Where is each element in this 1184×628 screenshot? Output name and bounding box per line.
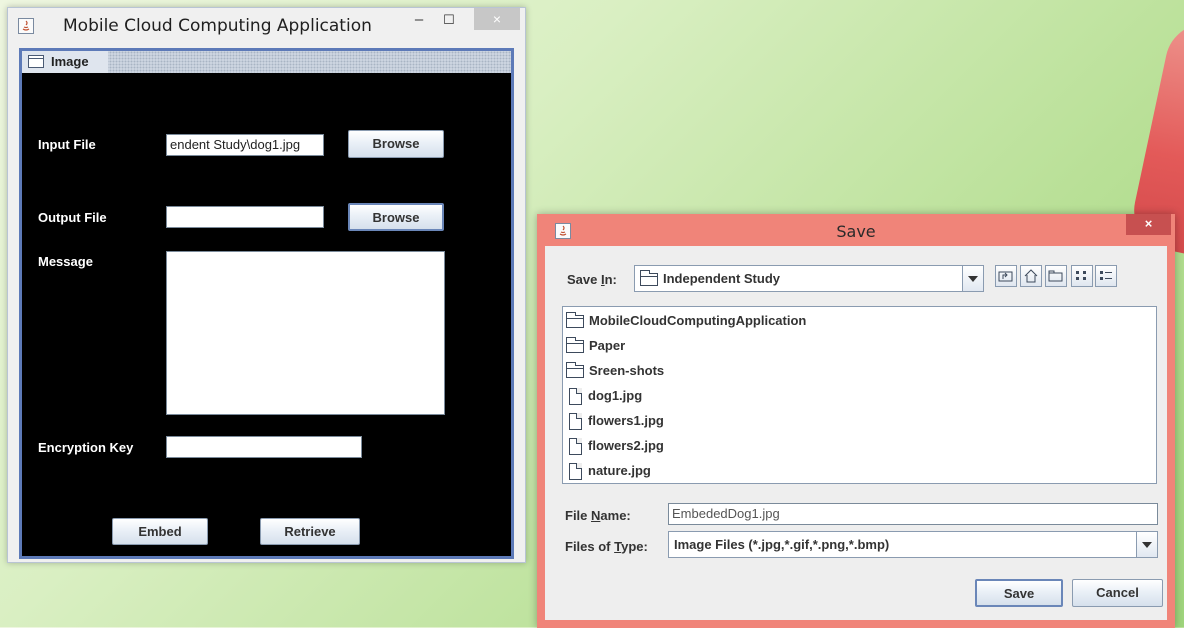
list-item[interactable]: nature.jpg — [566, 461, 651, 481]
minimize-button[interactable]: – — [406, 11, 432, 31]
file-icon — [569, 463, 582, 481]
list-item[interactable]: Sreen-shots — [566, 361, 664, 381]
file-chooser-body: Save In: Independent Study MobileCloudCo… — [545, 246, 1167, 620]
files-of-type-value: Image Files (*.jpg,*.gif,*.png,*.bmp) — [674, 537, 890, 552]
encryption-key-label: Encryption Key — [38, 440, 134, 455]
folder-icon — [640, 270, 658, 287]
file-icon — [569, 388, 582, 406]
up-one-level-button[interactable] — [995, 265, 1017, 287]
folder-icon — [566, 312, 584, 329]
encryption-key-field[interactable] — [166, 436, 362, 458]
input-file-label: Input File — [38, 137, 96, 152]
list-view-button[interactable] — [1071, 265, 1093, 287]
file-icon — [569, 438, 582, 456]
cancel-button[interactable]: Cancel — [1072, 579, 1163, 607]
chevron-down-icon[interactable] — [1136, 532, 1157, 557]
folder-icon — [566, 337, 584, 354]
java-app-icon — [18, 18, 34, 34]
save-in-label: Save In: — [567, 272, 617, 287]
dialog-title: Save — [836, 222, 876, 241]
save-in-value: Independent Study — [663, 271, 780, 286]
embed-button[interactable]: Embed — [112, 518, 208, 545]
file-icon — [569, 413, 582, 431]
save-button[interactable]: Save — [975, 579, 1063, 607]
close-button[interactable]: × — [474, 8, 520, 30]
list-item[interactable]: flowers1.jpg — [566, 411, 664, 431]
frame-icon — [28, 55, 44, 68]
file-list[interactable]: MobileCloudComputingApplication Paper Sr… — [562, 306, 1157, 484]
file-name-label: File Name: — [565, 508, 631, 523]
new-folder-button[interactable] — [1045, 265, 1067, 287]
main-window: Mobile Cloud Computing Application – ☐ ×… — [7, 7, 526, 563]
image-panel: Input File endent Study\dog1.jpg Browse … — [22, 73, 511, 556]
internal-frame-titlebar[interactable]: Image — [22, 51, 511, 73]
window-title: Mobile Cloud Computing Application — [63, 16, 372, 36]
output-file-label: Output File — [38, 210, 107, 225]
output-file-field[interactable] — [166, 206, 324, 228]
details-view-button[interactable] — [1095, 265, 1117, 287]
image-internal-frame: Image Input File endent Study\dog1.jpg B… — [19, 48, 514, 559]
save-dialog: Save × Save In: Independent Study Mobile… — [537, 214, 1175, 628]
input-browse-button[interactable]: Browse — [348, 130, 444, 158]
files-of-type-label: Files of Type: — [565, 539, 648, 554]
list-item[interactable]: Paper — [566, 336, 625, 356]
folder-icon — [566, 362, 584, 379]
list-item[interactable]: MobileCloudComputingApplication — [566, 311, 806, 331]
list-item[interactable]: flowers2.jpg — [566, 436, 664, 456]
list-item[interactable]: dog1.jpg — [566, 386, 642, 406]
maximize-button[interactable]: ☐ — [436, 11, 462, 31]
files-of-type-combobox[interactable]: Image Files (*.jpg,*.gif,*.png,*.bmp) — [668, 531, 1158, 558]
message-label: Message — [38, 254, 93, 269]
retrieve-button[interactable]: Retrieve — [260, 518, 360, 545]
message-textarea[interactable] — [166, 251, 445, 415]
main-titlebar[interactable]: Mobile Cloud Computing Application – ☐ × — [8, 8, 525, 44]
input-file-field[interactable]: endent Study\dog1.jpg — [166, 134, 324, 156]
save-in-combobox[interactable]: Independent Study — [634, 265, 984, 292]
chevron-down-icon[interactable] — [962, 266, 983, 291]
dialog-close-button[interactable]: × — [1126, 214, 1171, 235]
output-browse-button[interactable]: Browse — [348, 203, 444, 231]
file-name-field[interactable]: EmbededDog1.jpg — [668, 503, 1158, 525]
internal-frame-title: Image — [51, 54, 89, 69]
home-button[interactable] — [1020, 265, 1042, 287]
